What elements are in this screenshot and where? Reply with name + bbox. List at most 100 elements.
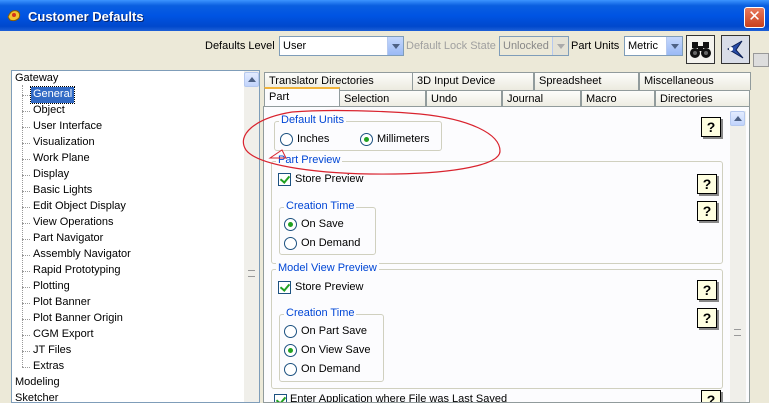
tree-item-display[interactable]: Display <box>31 167 71 183</box>
part-units-label: Part Units <box>571 40 620 52</box>
lock-state-value: Unlocked <box>503 40 549 52</box>
tree-item-plot-banner[interactable]: Plot Banner <box>31 295 92 311</box>
tree-connector <box>22 367 30 368</box>
tree-item-edit-object-display[interactable]: Edit Object Display <box>31 199 128 215</box>
pointer-help-button[interactable] <box>721 35 750 64</box>
tree-connector <box>22 127 30 128</box>
tree-connector <box>22 303 30 304</box>
tree-scrollbar[interactable] <box>244 71 259 402</box>
store-preview-label: Store Preview <box>295 173 364 185</box>
tree-item-rapid-prototyping[interactable]: Rapid Prototyping <box>31 263 122 279</box>
toolbar-extra <box>753 53 769 67</box>
model-on-demand-label: On Demand <box>301 363 361 375</box>
scroll-grip-icon <box>734 329 741 336</box>
tree-item-jt-files[interactable]: JT Files <box>31 343 73 359</box>
radio-millimeters[interactable] <box>360 133 373 146</box>
title-bar: Customer Defaults ✕ <box>0 0 769 31</box>
tree-vertical-connector <box>22 85 23 367</box>
chevron-down-icon <box>666 37 682 55</box>
app-icon <box>7 10 21 22</box>
panel-scrollbar[interactable] <box>730 111 746 402</box>
model-view-preview-group: Model View Preview Store Preview Creatio… <box>271 262 723 389</box>
help-icon[interactable]: ? <box>697 280 717 300</box>
radio-on-part-save[interactable] <box>284 325 297 338</box>
tree-item-basic-lights[interactable]: Basic Lights <box>31 183 94 199</box>
radio-inches[interactable] <box>280 133 293 146</box>
on-view-save-label: On View Save <box>301 344 371 356</box>
tree-connector <box>22 159 30 160</box>
tree-item-extras[interactable]: Extras <box>31 359 66 375</box>
chevron-down-icon <box>387 37 403 55</box>
on-part-save-label: On Part Save <box>301 325 368 337</box>
find-button[interactable] <box>686 35 715 64</box>
tree-connector <box>22 223 30 224</box>
tree-connector <box>22 351 30 352</box>
radio-model-on-demand[interactable] <box>284 363 297 376</box>
tree-connector <box>22 95 30 96</box>
help-icon[interactable]: ? <box>701 117 721 137</box>
tree-connector <box>22 111 30 112</box>
part-units-select[interactable]: Metric <box>624 36 683 56</box>
tree-connector <box>22 319 30 320</box>
lock-state-label: Default Lock State <box>406 40 496 52</box>
defaults-level-label: Defaults Level <box>205 40 275 52</box>
help-icon[interactable]: ? <box>697 174 717 194</box>
close-icon: ✕ <box>748 8 761 25</box>
tree-item-general[interactable]: General <box>29 86 76 104</box>
window-title: Customer Defaults <box>28 9 144 24</box>
defaults-level-select[interactable]: User <box>279 36 404 56</box>
help-icon[interactable]: ? <box>701 390 721 402</box>
tree-item-gateway[interactable]: Gateway <box>13 71 60 87</box>
tree-item-cgm-export[interactable]: CGM Export <box>31 327 96 343</box>
tree-item-user-interface[interactable]: User Interface <box>31 119 104 135</box>
tree-item-plotting[interactable]: Plotting <box>31 279 72 295</box>
tree-connector <box>22 143 30 144</box>
panel-scroll-up-icon[interactable] <box>730 111 745 126</box>
lock-state-select: Unlocked <box>499 36 569 56</box>
millimeters-label: Millimeters <box>377 133 430 145</box>
close-button[interactable]: ✕ <box>744 7 765 28</box>
enter-application-checkbox[interactable] <box>274 394 287 402</box>
radio-on-demand[interactable] <box>284 237 297 250</box>
part-tab-panel: Default Units Inches Millimeters Part Pr… <box>263 106 750 403</box>
model-view-preview-title: Model View Preview <box>276 262 379 274</box>
part-units-value: Metric <box>628 40 658 52</box>
model-creation-time-title: Creation Time <box>284 307 357 319</box>
tree-item-view-operations[interactable]: View Operations <box>31 215 116 231</box>
tree-connector <box>22 207 30 208</box>
model-creation-time-group: Creation Time On Part Save On View Save … <box>279 307 384 382</box>
tab-part[interactable]: Part <box>264 87 340 107</box>
model-store-preview-label: Store Preview <box>295 281 364 293</box>
part-preview-title: Part Preview <box>276 154 343 166</box>
tab-miscellaneous[interactable]: Miscellaneous <box>639 72 751 90</box>
tree-connector <box>22 287 30 288</box>
tree-connector <box>22 255 30 256</box>
store-preview-checkbox[interactable] <box>278 173 291 186</box>
tree-connector <box>22 239 30 240</box>
inches-label: Inches <box>297 133 330 145</box>
tree-item-sketcher[interactable]: Sketcher <box>13 391 60 402</box>
radio-on-view-save[interactable] <box>284 344 297 357</box>
tree-item-plot-banner-origin[interactable]: Plot Banner Origin <box>31 311 125 327</box>
tree-connector <box>22 335 30 336</box>
tab-3d-input-device[interactable]: 3D Input Device <box>412 72 534 90</box>
category-tree: Gateway General Object User Interface Visual… <box>11 70 260 403</box>
tree-item-object[interactable]: Object <box>31 103 67 119</box>
part-preview-group: Part Preview Store Preview Creation Time… <box>271 154 723 264</box>
tree-item-assembly-navigator[interactable]: Assembly Navigator <box>31 247 133 263</box>
tree-item-visualization[interactable]: Visualization <box>31 135 97 151</box>
defaults-level-value: User <box>283 40 307 52</box>
tree-item-modeling[interactable]: Modeling <box>13 375 62 391</box>
tree-scroll-up-icon[interactable] <box>244 72 259 87</box>
chevron-down-icon <box>552 37 568 55</box>
tree-item-work-plane[interactable]: Work Plane <box>31 151 92 167</box>
tab-spreadsheet[interactable]: Spreadsheet <box>534 72 639 90</box>
model-store-preview-checkbox[interactable] <box>278 281 291 294</box>
on-demand-label: On Demand <box>301 237 361 249</box>
tree-connector <box>22 191 30 192</box>
tree-item-part-navigator[interactable]: Part Navigator <box>31 231 105 247</box>
radio-on-save[interactable] <box>284 218 297 231</box>
help-icon[interactable]: ? <box>697 201 717 221</box>
arrow-pointer-icon <box>727 40 744 59</box>
help-icon[interactable]: ? <box>697 308 717 328</box>
